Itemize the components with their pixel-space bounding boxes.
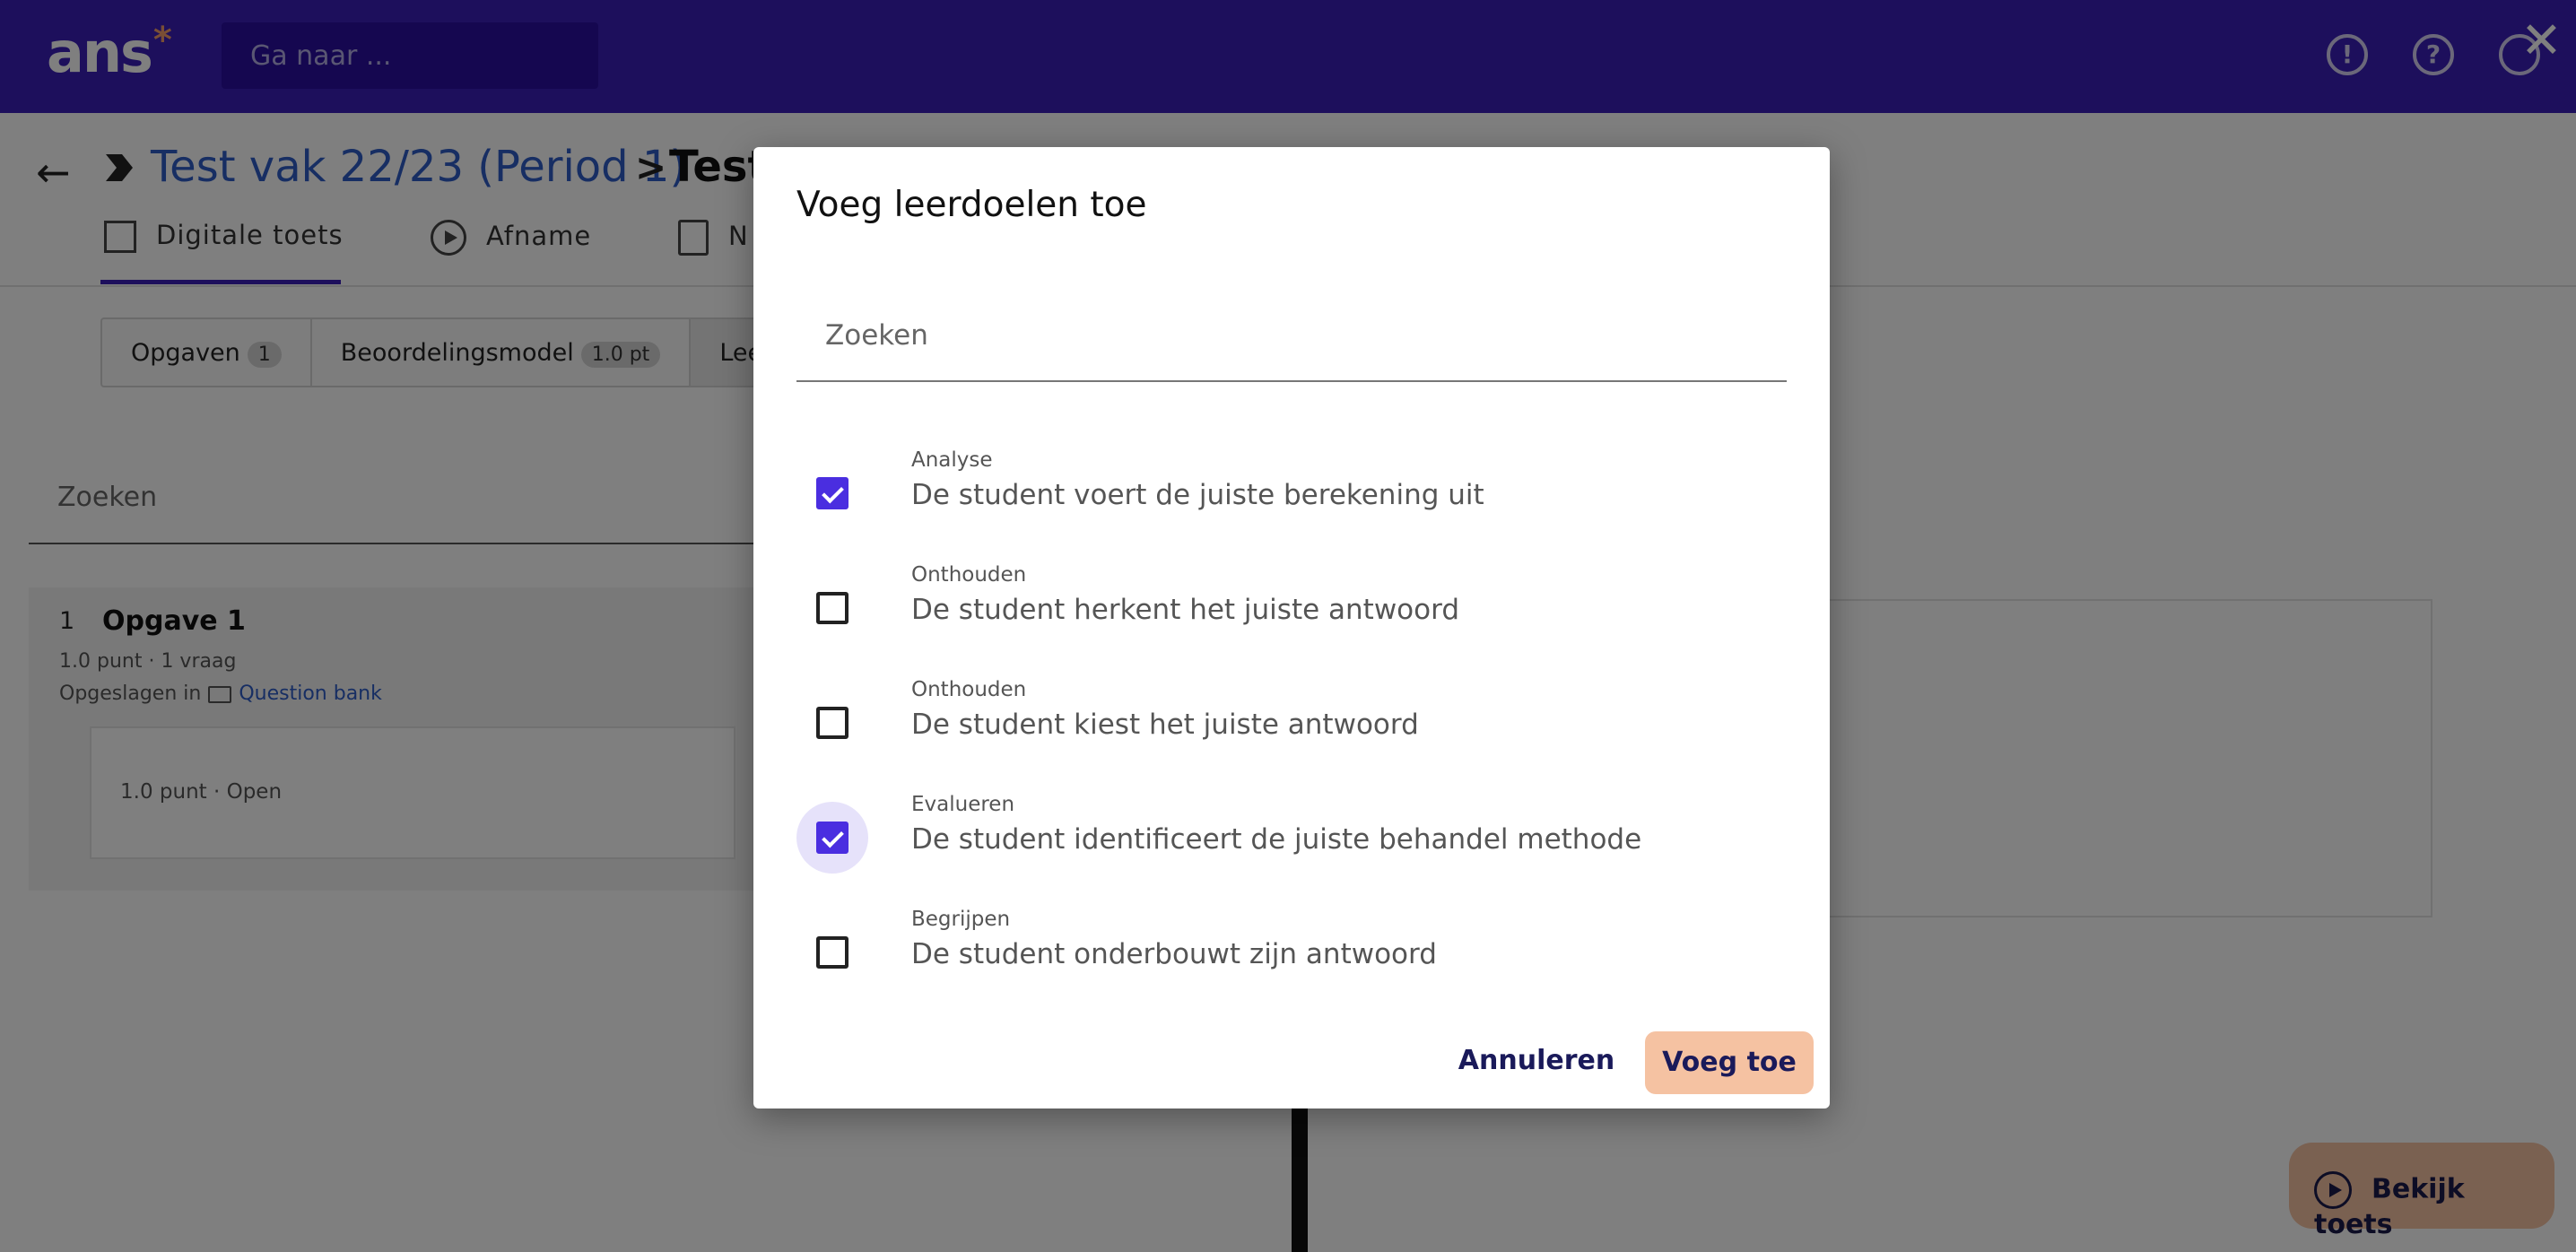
goal-text: De student kiest het juiste antwoord bbox=[911, 709, 1419, 741]
goal-category: Begrijpen bbox=[911, 908, 1011, 931]
learning-goal-option[interactable]: Begrijpen De student onderbouwt zijn ant… bbox=[796, 908, 1787, 1015]
goal-category: Onthouden bbox=[911, 678, 1027, 701]
add-button[interactable]: Voeg toe bbox=[1645, 1031, 1814, 1094]
checkbox-checked[interactable] bbox=[816, 822, 849, 854]
checkbox-wrapper[interactable] bbox=[796, 572, 868, 644]
goal-category: Onthouden bbox=[911, 563, 1027, 587]
checkbox-wrapper-focused[interactable] bbox=[796, 802, 868, 874]
dialog-title: Voeg leerdoelen toe bbox=[796, 185, 1147, 225]
learning-goal-option[interactable]: Analyse De student voert de juiste berek… bbox=[796, 448, 1787, 556]
checkbox-unchecked[interactable] bbox=[816, 592, 849, 624]
checkbox-checked[interactable] bbox=[816, 477, 849, 509]
goal-text: De student onderbouwt zijn antwoord bbox=[911, 938, 1437, 970]
goal-text: De student voert de juiste berekening ui… bbox=[911, 479, 1484, 511]
learning-goal-option[interactable]: Evalueren De student identificeert de ju… bbox=[796, 793, 1787, 900]
cancel-button[interactable]: Annuleren bbox=[1453, 1031, 1620, 1091]
dialog-search-input[interactable]: Zoeken bbox=[796, 301, 1787, 382]
add-learning-goals-dialog: Voeg leerdoelen toe Zoeken Analyse De st… bbox=[753, 147, 1830, 1109]
learning-goal-option[interactable]: Onthouden De student herkent het juiste … bbox=[796, 563, 1787, 671]
checkbox-unchecked[interactable] bbox=[816, 707, 849, 739]
goal-text: De student herkent het juiste antwoord bbox=[911, 594, 1459, 626]
goal-category: Evalueren bbox=[911, 793, 1015, 816]
goal-category: Analyse bbox=[911, 448, 993, 472]
checkbox-wrapper[interactable] bbox=[796, 687, 868, 759]
goal-text: De student identificeert de juiste behan… bbox=[911, 823, 1642, 856]
learning-goal-option[interactable]: Onthouden De student kiest het juiste an… bbox=[796, 678, 1787, 786]
checkbox-wrapper[interactable] bbox=[796, 917, 868, 988]
checkbox-wrapper[interactable] bbox=[796, 457, 868, 529]
checkbox-unchecked[interactable] bbox=[816, 936, 849, 969]
